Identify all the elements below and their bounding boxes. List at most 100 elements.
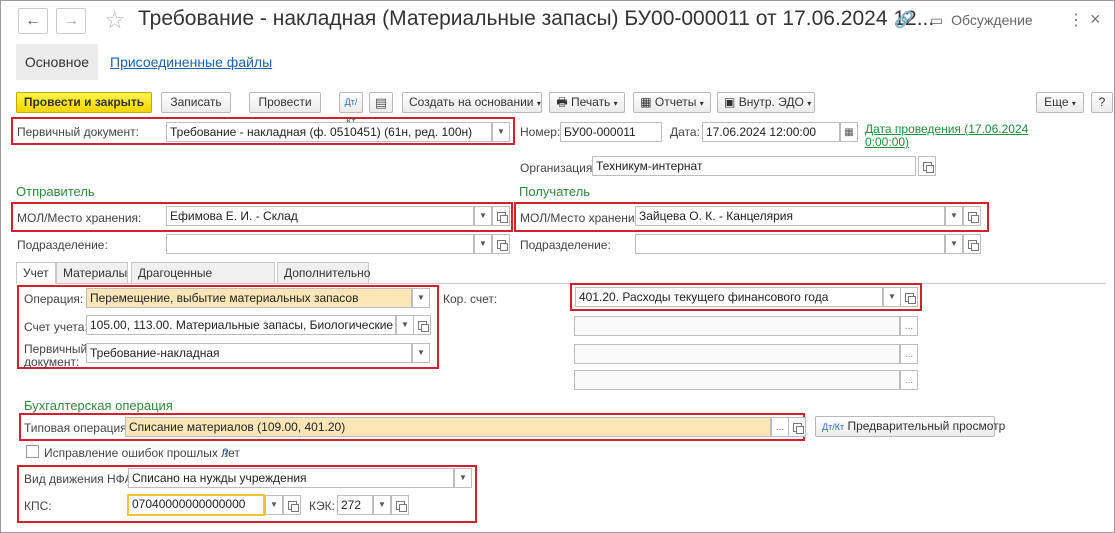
kps-field[interactable]: 07040000000000000 xyxy=(127,494,265,516)
discussion-button[interactable]: ▭ Обсуждение xyxy=(930,12,1033,29)
movement-dropdown[interactable]: ▼ xyxy=(454,468,472,488)
account-open[interactable] xyxy=(413,315,431,335)
receiver-mol-field[interactable]: Зайцева О. К. - Канцелярия xyxy=(635,206,945,226)
receiver-mol-dropdown[interactable]: ▼ xyxy=(945,206,963,226)
sender-mol-open[interactable] xyxy=(492,206,510,226)
edo-button[interactable]: ▣ Внутр. ЭДО ▾ xyxy=(717,92,815,113)
forward-button[interactable]: → xyxy=(56,8,86,34)
typical-operation-field[interactable]: Списание материалов (109.00, 401.20) xyxy=(125,417,771,437)
sender-mol-label: МОЛ/Место хранения: xyxy=(17,211,142,225)
arrow-left-icon: ← xyxy=(25,12,41,29)
corr-account-open[interactable] xyxy=(900,287,918,307)
sender-mol-dropdown[interactable]: ▼ xyxy=(474,206,492,226)
report-icon: ▦ xyxy=(640,95,652,109)
org-open-button[interactable] xyxy=(918,156,936,176)
dropdown-arrow-icon: ▾ xyxy=(1071,99,1076,108)
posting-date-link[interactable]: Дата проведения (17.06.2024 xyxy=(865,122,1028,136)
create-based-on-button[interactable]: Создать на основании ▾ xyxy=(402,92,542,113)
preview-button[interactable]: Дт/Кт Предварительный просмотр xyxy=(815,416,1005,437)
number-field[interactable]: БУ00-000011 xyxy=(560,122,662,142)
save-button[interactable]: Записать xyxy=(161,92,231,113)
primary-doc-label: Первичный документ: xyxy=(17,125,139,139)
subconto-1-field[interactable] xyxy=(574,316,900,336)
dtkt-icon[interactable]: Дт/Кт xyxy=(339,92,363,126)
subconto-1-select[interactable]: ... xyxy=(900,316,918,336)
kps-open[interactable] xyxy=(283,495,301,515)
sender-dept-label: Подразделение: xyxy=(17,238,108,252)
post-and-close-button[interactable]: Провести и закрыть xyxy=(16,92,152,113)
open-copy-icon xyxy=(922,161,934,173)
subconto-3-select[interactable]: ... xyxy=(900,370,918,390)
primary-label-2: документ: xyxy=(24,355,80,369)
receiver-dept-field[interactable] xyxy=(635,234,945,254)
sender-dept-field[interactable] xyxy=(166,234,474,254)
reports-button[interactable]: ▦ Отчеты ▾ xyxy=(633,92,711,113)
fix-errors-checkbox[interactable] xyxy=(26,445,39,458)
subconto-3-field[interactable] xyxy=(574,370,900,390)
tab-precious-materials[interactable]: Драгоценные материалы xyxy=(131,262,275,300)
more-label: Еще xyxy=(1044,95,1069,109)
reports-label: Отчеты xyxy=(654,95,697,109)
corr-account-field[interactable]: 401.20. Расходы текущего финансового год… xyxy=(575,287,883,307)
movement-field[interactable]: Списано на нужды учреждения xyxy=(128,468,454,488)
sender-mol-field[interactable]: Ефимова Е. И. - Склад xyxy=(166,206,474,226)
date-label: Дата: xyxy=(670,125,700,139)
primary-label-1: Первичный xyxy=(24,342,88,356)
posting-link-line2: 0:00:00) xyxy=(865,135,910,149)
tab-accounting[interactable]: Учет xyxy=(16,262,56,284)
primary-doc-dropdown[interactable]: ▼ xyxy=(492,122,510,142)
sender-dept-open[interactable] xyxy=(492,234,510,254)
kek-dropdown[interactable]: ▼ xyxy=(373,495,391,515)
link-icon[interactable]: 🔗 xyxy=(894,10,914,30)
operation-label: Операция: xyxy=(24,292,84,306)
account-dropdown[interactable]: ▼ xyxy=(396,315,414,335)
primary-doc-field[interactable]: Требование - накладная (ф. 0510451) (61н… xyxy=(166,122,492,142)
primary-field[interactable]: Требование-накладная xyxy=(86,343,412,363)
primary-dropdown[interactable]: ▼ xyxy=(412,343,430,363)
back-button[interactable]: ← xyxy=(18,8,48,34)
posting-date-link-2[interactable]: 0:00:00) xyxy=(865,135,909,149)
help-button[interactable]: ? xyxy=(1091,92,1113,113)
tab-additional[interactable]: Дополнительно xyxy=(277,262,370,284)
operation-field[interactable]: Перемещение, выбытие материальных запасо… xyxy=(86,288,412,308)
close-icon[interactable]: × xyxy=(1090,9,1101,30)
receiver-dept-open[interactable] xyxy=(963,234,981,254)
kek-field[interactable]: 272 xyxy=(337,495,373,515)
open-copy-icon xyxy=(904,292,916,304)
window-title: Требование - накладная (Материальные зап… xyxy=(138,7,935,30)
tab-materials[interactable]: Материалы xyxy=(56,262,128,284)
org-field[interactable]: Техникум-интернат xyxy=(592,156,916,176)
open-copy-icon xyxy=(417,320,429,332)
receiver-mol-open[interactable] xyxy=(963,206,981,226)
date-field[interactable]: 17.06.2024 12:00:00 xyxy=(702,122,840,142)
calendar-icon[interactable]: ▦ xyxy=(840,122,858,142)
tab-main[interactable]: Основное xyxy=(16,44,98,80)
help-question-icon[interactable]: ? xyxy=(222,446,229,460)
open-copy-icon xyxy=(395,500,407,512)
dtkt-icon: Дт/Кт xyxy=(822,422,845,432)
typical-operation-open[interactable] xyxy=(788,417,806,437)
open-copy-icon xyxy=(967,239,979,251)
account-field[interactable]: 105.00, 113.00. Материальные запасы, Био… xyxy=(86,315,396,335)
preview-label: Предварительный просмотр xyxy=(847,419,1006,433)
open-copy-icon xyxy=(792,422,804,434)
print-button[interactable]: 🖶 Печать ▾ xyxy=(549,92,625,113)
subconto-2-select[interactable]: ... xyxy=(900,344,918,364)
number-label: Номер: xyxy=(520,125,561,139)
kps-label: КПС: xyxy=(24,499,52,513)
kps-dropdown[interactable]: ▼ xyxy=(265,495,283,515)
open-copy-icon xyxy=(496,211,508,223)
star-icon[interactable]: ☆ xyxy=(104,6,126,35)
tab-attached-files[interactable]: Присоединенные файлы xyxy=(110,44,272,80)
more-button[interactable]: Еще ▾ xyxy=(1036,92,1084,113)
kek-open[interactable] xyxy=(391,495,409,515)
subconto-2-field[interactable] xyxy=(574,344,900,364)
more-icon[interactable]: ⋮ xyxy=(1068,10,1084,30)
list-icon[interactable]: ▤ xyxy=(369,92,393,113)
typical-operation-select[interactable]: ... xyxy=(771,417,789,437)
corr-account-dropdown[interactable]: ▼ xyxy=(883,287,901,307)
post-button[interactable]: Провести xyxy=(249,92,321,113)
receiver-dept-dropdown[interactable]: ▼ xyxy=(945,234,963,254)
sender-dept-dropdown[interactable]: ▼ xyxy=(474,234,492,254)
operation-dropdown[interactable]: ▼ xyxy=(412,288,430,308)
